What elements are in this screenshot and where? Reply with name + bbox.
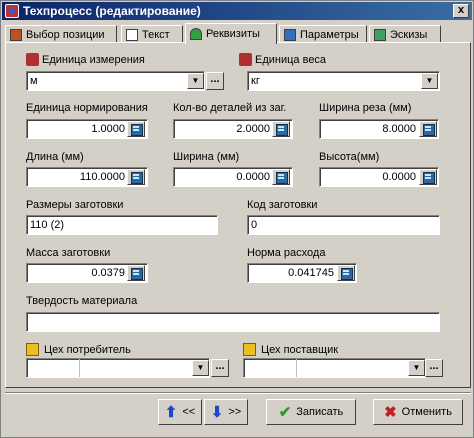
width-label: Ширина (мм) bbox=[173, 151, 240, 163]
blank-size-label: Размеры заготовки bbox=[26, 199, 124, 211]
unit-measure-dots-button[interactable]: ... bbox=[206, 72, 224, 90]
shop-supplier-select[interactable] bbox=[243, 358, 426, 378]
cut-width-label: Ширина реза (мм) bbox=[319, 102, 412, 114]
unit-measure-select[interactable]: м bbox=[26, 71, 205, 91]
shop-consumer-label: Цех потребитель bbox=[44, 344, 131, 356]
width-calc-icon[interactable] bbox=[272, 169, 290, 185]
unit-weight-select[interactable]: кг bbox=[247, 71, 440, 91]
arrow-down-icon: ⬇ bbox=[210, 404, 224, 421]
requisites-icon bbox=[190, 28, 202, 40]
sketches-icon bbox=[374, 28, 386, 41]
cut-width-calc-icon[interactable] bbox=[419, 121, 437, 137]
parts-count-label: Кол-во деталей из заг. bbox=[173, 102, 287, 114]
hardness-label: Твердость материала bbox=[26, 295, 138, 307]
save-button[interactable]: ✔ Записать bbox=[266, 399, 356, 425]
consumption-calc-icon[interactable] bbox=[337, 265, 355, 281]
shop-consumer-dots-button[interactable]: ... bbox=[211, 359, 229, 377]
shop-supplier-divider bbox=[296, 359, 297, 377]
length-calc-icon[interactable] bbox=[127, 169, 145, 185]
blank-code-label: Код заготовки bbox=[247, 199, 318, 211]
tab-parameters[interactable]: Параметры bbox=[279, 25, 367, 43]
unit-weight-dropdown-icon[interactable]: ▼ bbox=[421, 73, 438, 89]
unit-weight-label: Единица веса bbox=[255, 54, 327, 66]
cross-icon: ✖ bbox=[384, 404, 397, 421]
app-icon bbox=[5, 4, 19, 18]
tab-position-select[interactable]: Выбор позиции bbox=[5, 25, 117, 43]
unit-measure-label: Единица измерения bbox=[42, 54, 145, 66]
window-title: Техпроцесс (редактирование) bbox=[23, 4, 201, 18]
shop-supplier-dropdown-icon[interactable]: ▼ bbox=[408, 360, 425, 376]
arrow-up-icon: ⬆ bbox=[164, 404, 178, 421]
shop-supplier-dots-button[interactable]: ... bbox=[425, 359, 443, 377]
blank-size-field[interactable]: 110 (2) bbox=[26, 215, 218, 235]
shop-supplier-label: Цех поставщик bbox=[261, 344, 339, 356]
shop-supplier-icon bbox=[243, 343, 256, 356]
tab-text[interactable]: Текст bbox=[121, 25, 183, 43]
blank-mass-label: Масса заготовки bbox=[26, 247, 111, 259]
unit-measure-icon bbox=[26, 53, 39, 66]
parts-count-calc-icon[interactable] bbox=[272, 121, 290, 137]
norm-unit-label: Единица нормирования bbox=[26, 102, 148, 114]
tab-bar: Выбор позиции Текст Реквизиты Параметры … bbox=[5, 23, 471, 44]
prev-button[interactable]: ⬆ << bbox=[158, 399, 202, 425]
bottom-separator bbox=[5, 392, 471, 394]
tab-requisites[interactable]: Реквизиты bbox=[185, 23, 277, 44]
shop-consumer-select[interactable] bbox=[26, 358, 210, 378]
cancel-button[interactable]: ✖ Отменить bbox=[373, 399, 463, 425]
close-button[interactable]: x bbox=[453, 4, 469, 18]
hardness-field[interactable] bbox=[26, 312, 440, 332]
norm-unit-calc-icon[interactable] bbox=[127, 121, 145, 137]
unit-measure-dropdown-icon[interactable]: ▼ bbox=[187, 73, 204, 89]
consumption-label: Норма расхода bbox=[247, 247, 326, 259]
title-bar[interactable]: Техпроцесс (редактирование) x bbox=[2, 2, 472, 20]
position-icon bbox=[10, 28, 22, 41]
next-button[interactable]: ⬇ >> bbox=[204, 399, 248, 425]
dialog-window: Техпроцесс (редактирование) x Выбор пози… bbox=[0, 0, 474, 438]
checkmark-icon: ✔ bbox=[278, 404, 292, 421]
height-calc-icon[interactable] bbox=[419, 169, 437, 185]
blank-mass-calc-icon[interactable] bbox=[127, 265, 145, 281]
parameters-icon bbox=[284, 28, 296, 41]
shop-consumer-icon bbox=[26, 343, 39, 356]
unit-weight-icon bbox=[239, 53, 252, 66]
shop-consumer-dropdown-icon[interactable]: ▼ bbox=[192, 360, 209, 376]
length-label: Длина (мм) bbox=[26, 151, 84, 163]
text-doc-icon bbox=[126, 28, 138, 41]
shop-consumer-divider bbox=[79, 359, 80, 377]
tab-sketches[interactable]: Эскизы bbox=[369, 25, 441, 43]
height-label: Высота(мм) bbox=[319, 151, 380, 163]
blank-code-field[interactable]: 0 bbox=[247, 215, 440, 235]
